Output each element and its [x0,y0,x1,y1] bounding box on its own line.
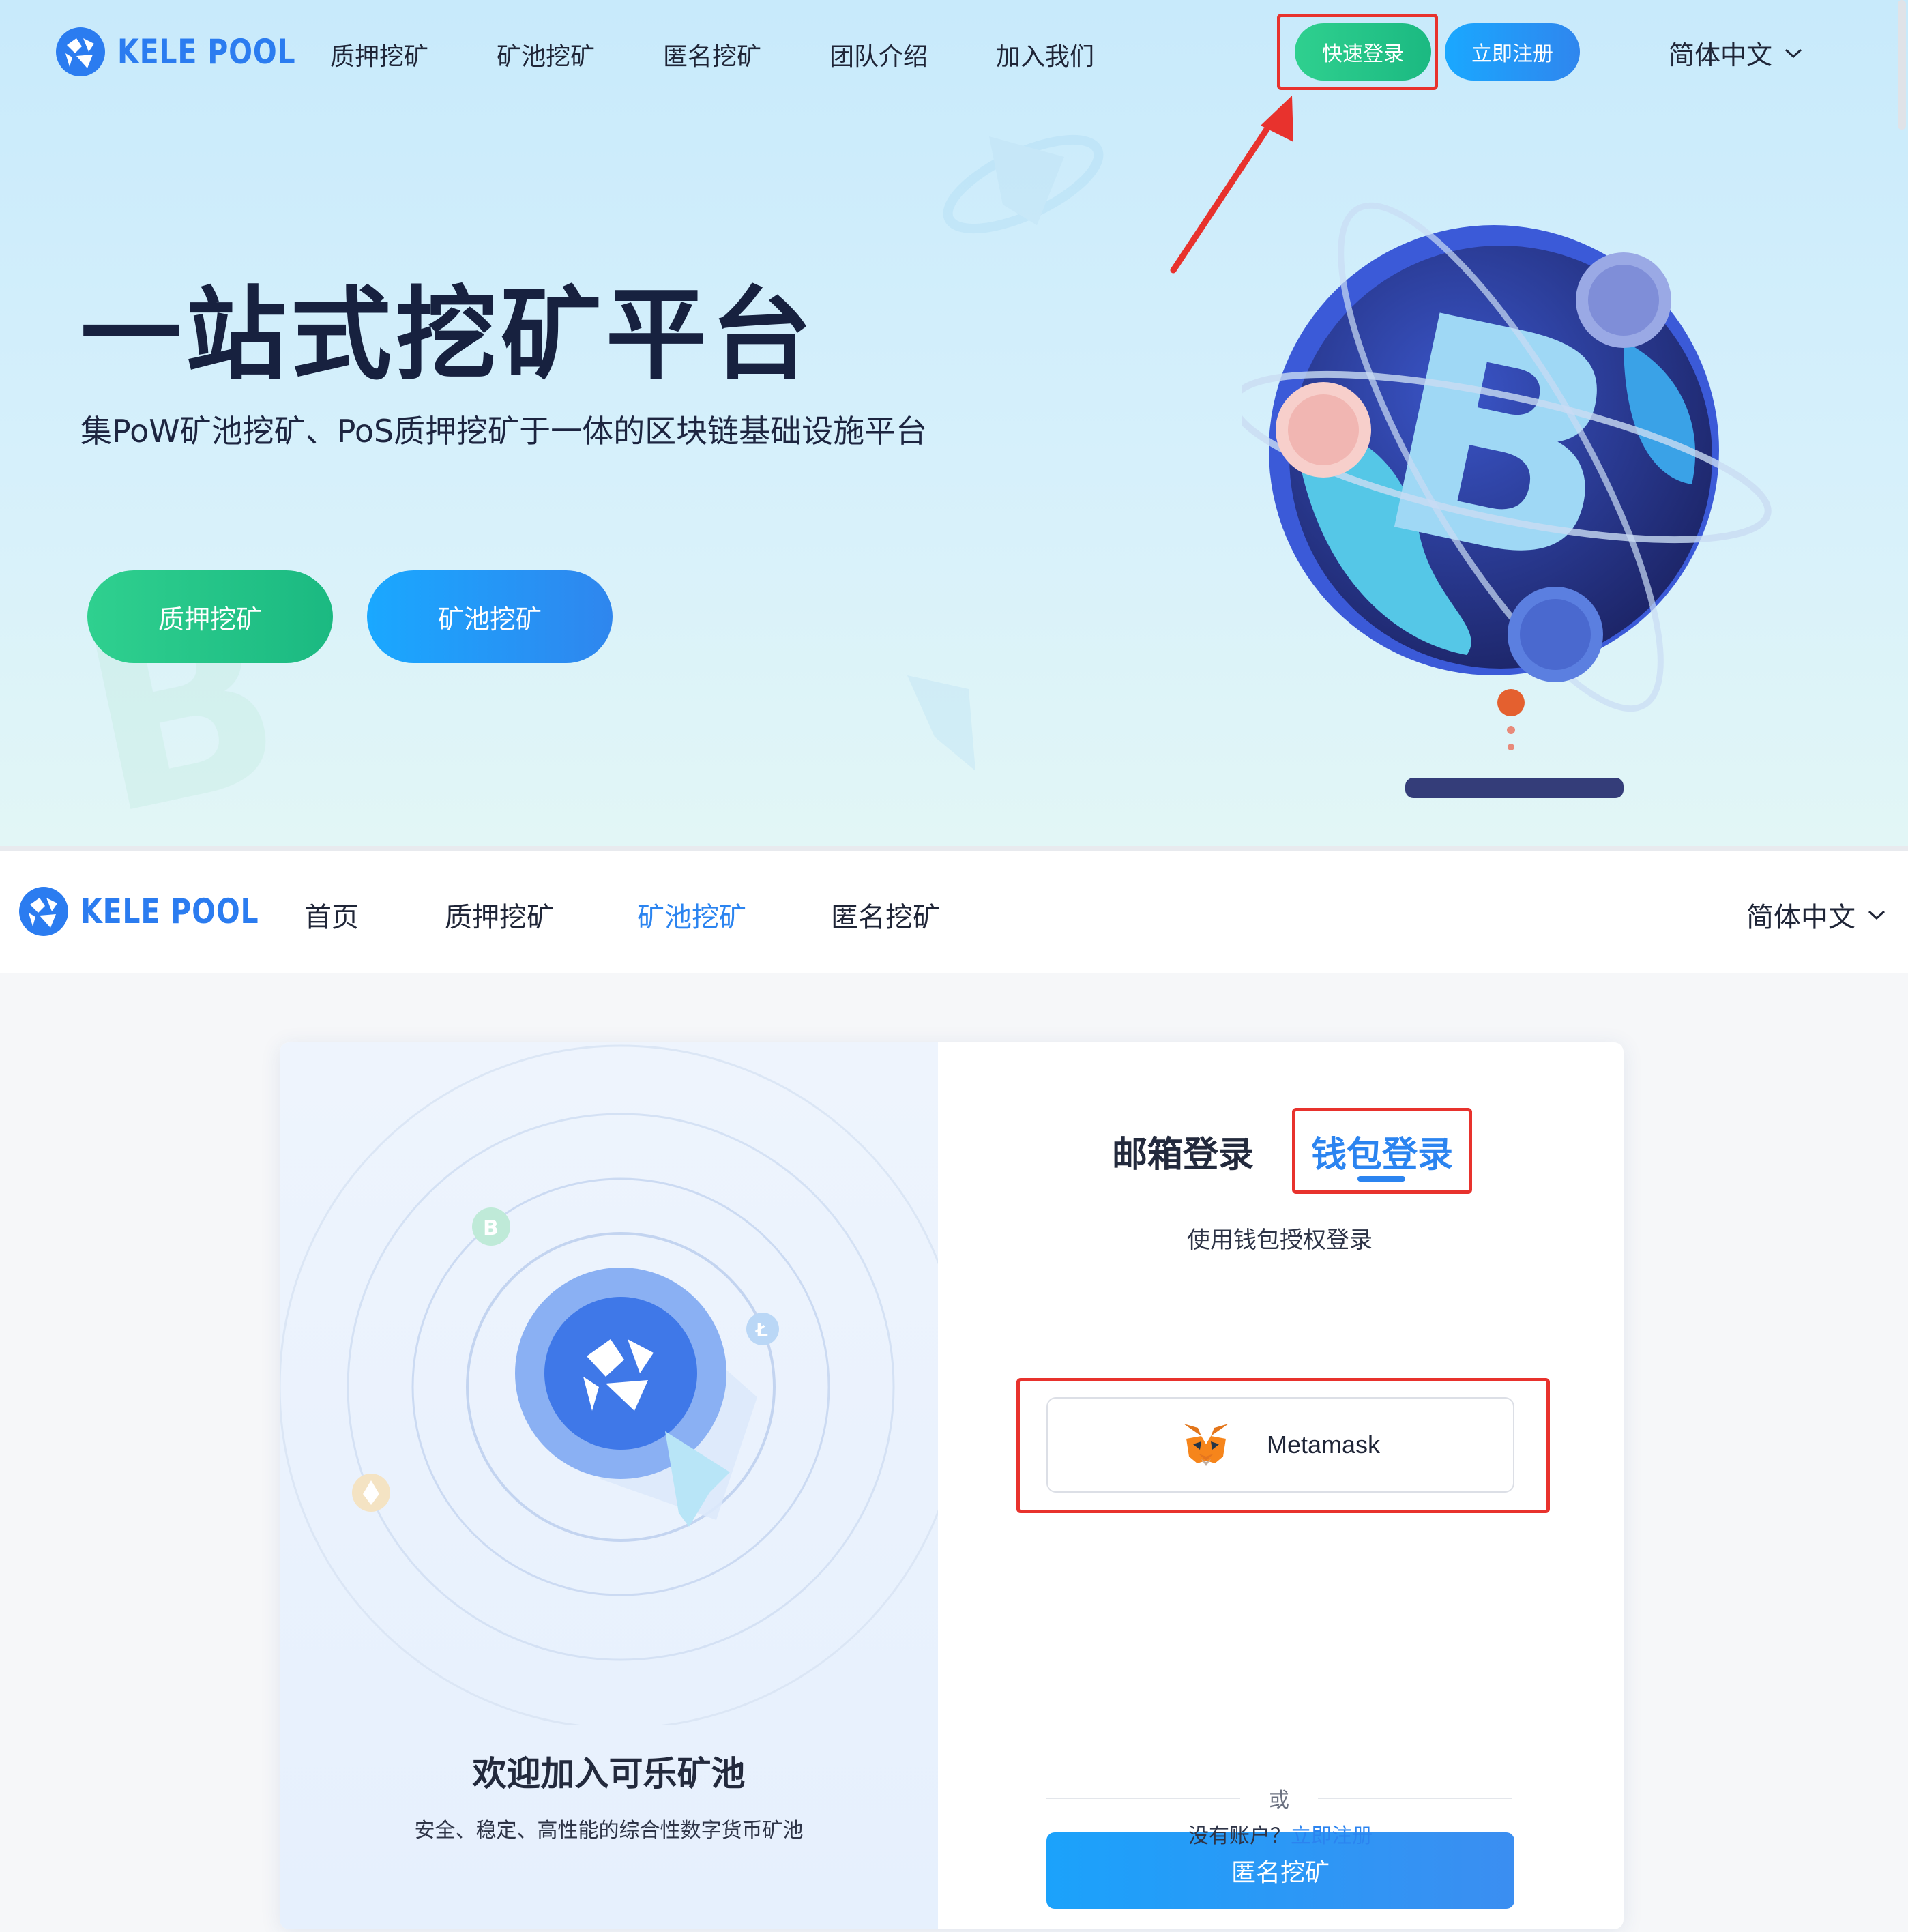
login-page-screenshot: KELE POOL 首页 质押挖矿 矿池挖矿 匿名挖矿 简体中文 B Ł 欢迎加… [0,851,1908,1932]
language-label: 简体中文 [1669,40,1773,70]
page-scrollbar[interactable] [1898,0,1906,130]
stake-mining-cta-label: 质押挖矿 [158,604,262,634]
quick-login-highlight [1277,14,1438,90]
nav-pool-mining[interactable]: 矿池挖矿 [497,37,595,72]
landing-page-screenshot: B KELE POOL 质押挖矿 矿池挖矿 匿名挖矿 团队介绍 加入我们 快速登… [0,0,1908,846]
metamask-button[interactable]: Metamask [1046,1397,1514,1493]
anonymous-mining-label: 匿名挖矿 [1231,1859,1330,1887]
register-button[interactable]: 立即注册 [1445,23,1580,80]
or-line-left [1046,1798,1240,1799]
kele-pool-logo-icon [19,887,68,936]
nav-pool-mining[interactable]: 矿池挖矿 [637,895,746,935]
nav-anonymous-mining[interactable]: 匿名挖矿 [663,37,761,72]
nav-stake-mining[interactable]: 质押挖矿 [445,895,554,935]
nav-team[interactable]: 团队介绍 [830,37,928,72]
welcome-title: 欢迎加入可乐矿池 [472,1754,746,1794]
chevron-down-icon [1785,48,1802,58]
nav-anonymous-mining[interactable]: 匿名挖矿 [831,895,940,935]
header-bar: KELE POOL 首页 质押挖矿 矿池挖矿 匿名挖矿 简体中文 [0,851,1908,973]
register-label: 立即注册 [1471,42,1553,66]
chevron-down-icon [1868,910,1885,920]
bitcoin-globe-illustration: B [1242,202,1772,798]
nav-stake-mining[interactable]: 质押挖矿 [330,37,428,72]
or-divider: 或 [1046,1783,1514,1813]
or-text: 或 [1269,1789,1289,1813]
no-account-text: 没有账户？ [1188,1824,1291,1848]
or-line-right [1318,1798,1512,1799]
orbit-coins-illustration: B Ł [280,1044,938,1725]
stake-mining-cta-button[interactable]: 质押挖矿 [87,570,333,663]
nav-home[interactable]: 首页 [304,895,359,935]
login-card: B Ł 欢迎加入可乐矿池 安全、稳定、高性能的综合性数字货币矿池 邮箱登录 钱包… [280,1042,1624,1929]
metamask-label: Metamask [1266,1431,1381,1459]
kele-pool-logo-icon [56,27,105,76]
wallet-tab-highlight [1292,1108,1472,1194]
welcome-panel: B Ł 欢迎加入可乐矿池 安全、稳定、高性能的综合性数字货币矿池 [280,1042,938,1929]
svg-text:Ł: Ł [754,1319,768,1341]
language-selector[interactable]: 简体中文 [1746,895,1885,935]
screenshot-divider [0,846,1908,851]
logo-text: KELE POOL [80,892,259,931]
tab-email-login[interactable]: 邮箱登录 [1112,1126,1254,1177]
language-label: 简体中文 [1746,902,1855,933]
metamask-fox-icon [1183,1424,1229,1466]
kele-pool-logo[interactable]: KELE POOL [55,26,335,78]
language-selector[interactable]: 简体中文 [1669,34,1802,72]
logo-text: KELE POOL [117,32,296,72]
kele-pool-logo[interactable]: KELE POOL [18,886,298,937]
register-link[interactable]: 立即注册 [1291,1824,1373,1848]
pool-mining-cta-button[interactable]: 矿池挖矿 [367,570,613,663]
wallet-login-hint: 使用钱包授权登录 [1187,1227,1373,1254]
hero-title: 一站式挖矿平台 [80,276,816,394]
pool-mining-cta-label: 矿池挖矿 [437,604,542,634]
welcome-subtitle: 安全、稳定、高性能的综合性数字货币矿池 [414,1819,804,1843]
nav-join-us[interactable]: 加入我们 [996,37,1094,72]
register-prompt: 没有账户？立即注册 [1188,1819,1373,1849]
svg-text:B: B [483,1216,499,1240]
hero-subtitle: 集PoW矿池挖矿、PoS质押挖矿于一体的区块链基础设施平台 [80,413,928,450]
